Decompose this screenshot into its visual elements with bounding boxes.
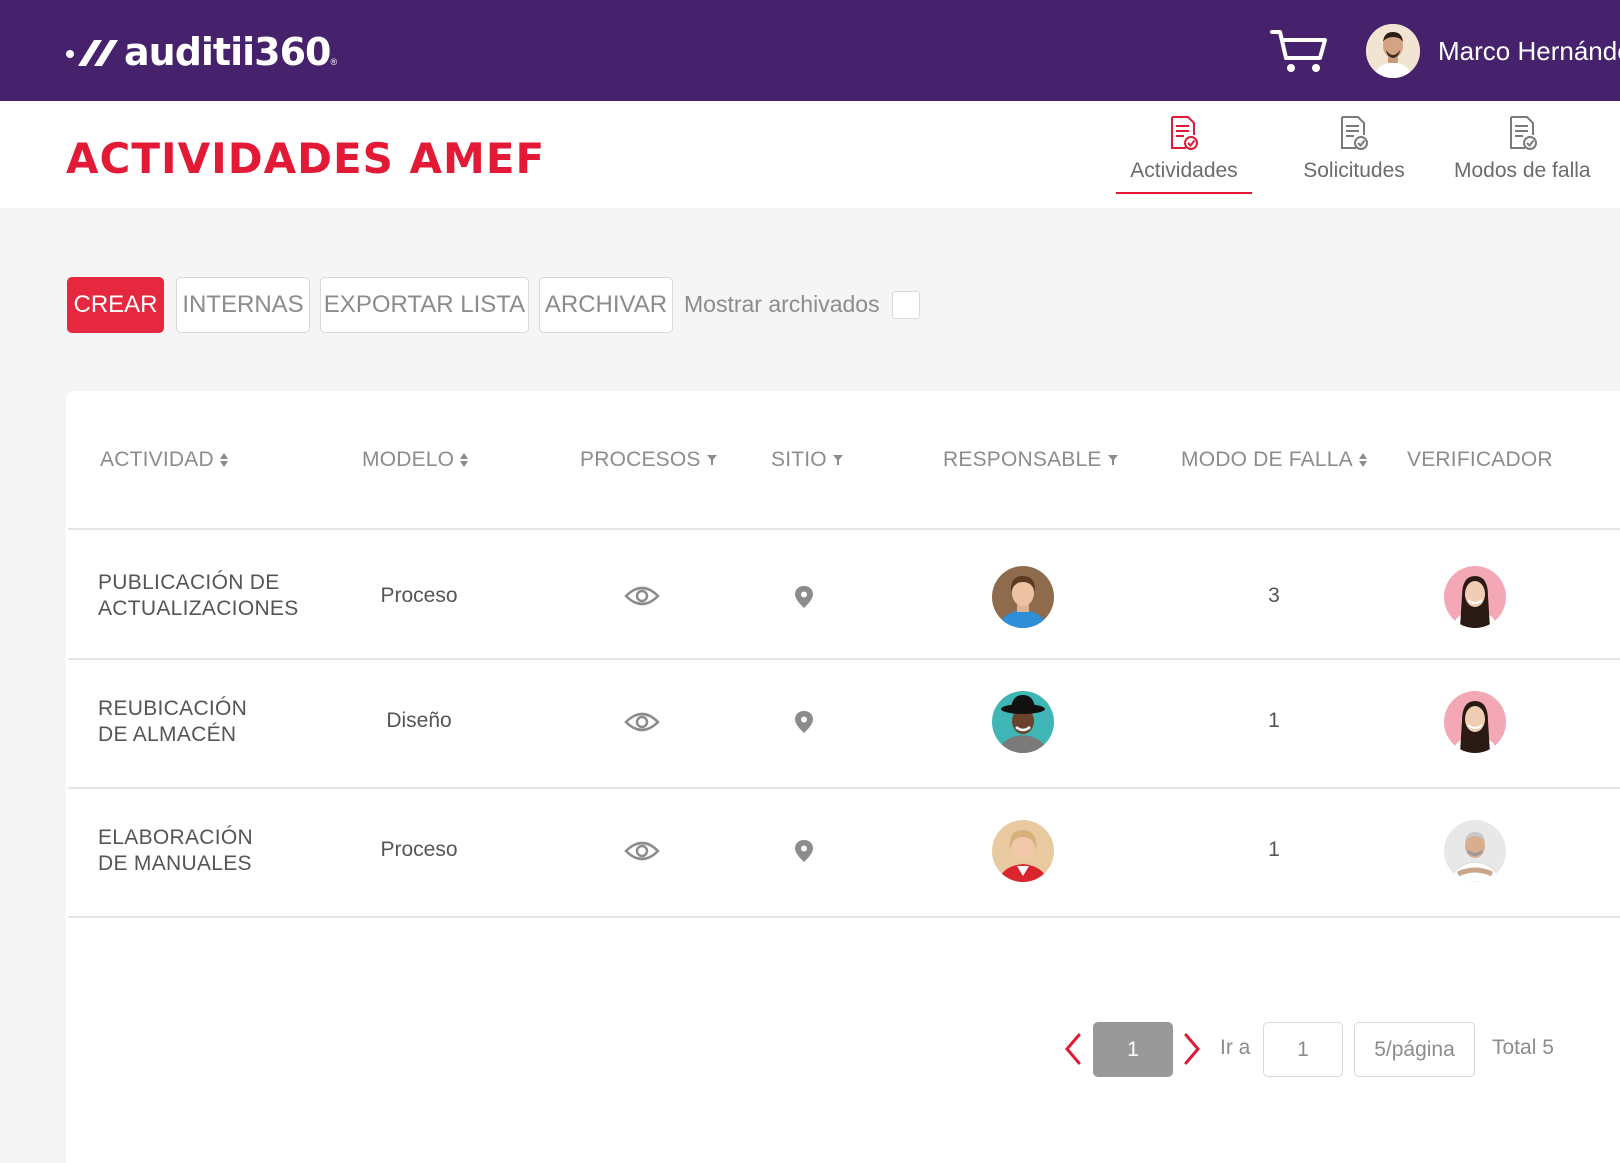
table-row[interactable]: PUBLICACIÓN DE ACTUALIZACIONES Proceso 3 (66, 530, 1620, 658)
activity-name[interactable]: PUBLICACIÓN DE ACTUALIZACIONES (98, 570, 328, 622)
column-header-modelo[interactable]: MODELO (362, 448, 469, 472)
page-title: ACTIVIDADES AMEF (66, 134, 546, 183)
site-location-pin-icon[interactable] (793, 585, 815, 609)
logo-text: auditii360 (124, 30, 331, 74)
verifier-avatar[interactable] (1444, 820, 1506, 882)
avatar-woman-pink-background (1444, 566, 1506, 628)
failure-mode-count: 1 (1268, 838, 1280, 861)
column-header-label: PROCESOS (580, 448, 701, 471)
column-header-label: VERIFICADOR (1407, 448, 1553, 471)
document-check-icon (1341, 116, 1368, 150)
total-count: Total 5 (1492, 1036, 1554, 1059)
tab-actividades-label: Actividades (1130, 159, 1238, 182)
avatar-woman-red-jacket (992, 820, 1054, 882)
table-divider (68, 916, 1620, 918)
show-archived-checkbox[interactable] (892, 291, 920, 319)
table-row[interactable]: ELABORACIÓN DE MANUALES Proceso 1 (66, 789, 1620, 917)
go-to-page-label: Ir a (1220, 1036, 1251, 1059)
filter-icon[interactable] (706, 454, 717, 466)
model-value: Diseño (386, 709, 452, 732)
activity-name[interactable]: ELABORACIÓN DE MANUALES (98, 825, 328, 877)
table-row[interactable]: REUBICACIÓN DE ALMACÉN Diseño 1 (66, 660, 1620, 788)
avatar-woman-pink-background (1444, 691, 1506, 753)
site-location-pin-icon[interactable] (793, 839, 815, 863)
verifier-avatar[interactable] (1444, 691, 1506, 753)
avatar-woman-blue-shirt (992, 566, 1054, 628)
view-processes-eye-icon[interactable] (624, 710, 660, 734)
archive-button[interactable]: ARCHIVAR (539, 277, 673, 333)
column-header-sitio[interactable]: SITIO (771, 448, 843, 472)
app-logo[interactable]: auditii360 ® (64, 30, 337, 74)
top-navigation-bar: auditii360 ® Marco Hernández (0, 0, 1620, 101)
tab-modos-de-falla[interactable]: Modos de falla (1454, 115, 1620, 183)
next-page-chevron-icon[interactable] (1182, 1032, 1202, 1066)
current-page-button[interactable]: 1 (1093, 1022, 1173, 1077)
filter-icon[interactable] (1107, 454, 1118, 466)
filter-icon[interactable] (832, 454, 843, 466)
column-header-label: RESPONSABLE (943, 448, 1102, 471)
verifier-avatar[interactable] (1444, 566, 1506, 628)
column-header-label: ACTIVIDAD (100, 448, 214, 471)
go-to-page-input[interactable] (1263, 1022, 1343, 1077)
site-location-pin-icon[interactable] (793, 710, 815, 734)
column-header-label: MODO DE FALLA (1181, 448, 1353, 471)
logo-registered-mark: ® (330, 57, 338, 67)
column-header-modo-de-falla[interactable]: MODO DE FALLA (1181, 448, 1368, 472)
tab-actividades[interactable]: Actividades (1116, 115, 1252, 183)
previous-page-chevron-icon[interactable] (1063, 1032, 1083, 1066)
column-header-actividad[interactable]: ACTIVIDAD (100, 448, 229, 472)
failure-mode-count: 3 (1268, 584, 1280, 607)
active-tab-indicator (1116, 192, 1252, 194)
activity-name[interactable]: REUBICACIÓN DE ALMACÉN (98, 696, 328, 748)
tab-solicitudes-label: Solicitudes (1303, 159, 1405, 182)
failure-mode-count: 1 (1268, 709, 1280, 732)
show-archived-label: Mostrar archivados (684, 291, 880, 317)
logo-mark-icon (66, 40, 118, 66)
responsible-avatar[interactable] (992, 820, 1054, 882)
document-check-icon (1510, 116, 1537, 150)
column-header-verificador: VERIFICADOR (1407, 448, 1553, 472)
page-size-select[interactable]: 5/página (1354, 1022, 1475, 1077)
page-header: ACTIVIDADES AMEF Actividades Solicitudes (0, 101, 1620, 208)
model-value: Proceso (380, 584, 458, 607)
create-button[interactable]: CREAR (67, 277, 164, 333)
view-processes-eye-icon[interactable] (624, 584, 660, 608)
user-avatar[interactable] (1366, 24, 1420, 78)
user-name[interactable]: Marco Hernández (1438, 36, 1620, 67)
sort-icon[interactable] (219, 452, 229, 468)
avatar-man-black-hat (992, 691, 1054, 753)
column-header-responsable[interactable]: RESPONSABLE (943, 448, 1118, 472)
column-header-procesos[interactable]: PROCESOS (580, 448, 717, 472)
responsible-avatar[interactable] (992, 566, 1054, 628)
column-header-label: MODELO (362, 448, 455, 471)
document-check-icon (1171, 116, 1198, 150)
user-avatar-image (1366, 24, 1420, 78)
column-header-label: SITIO (771, 448, 827, 471)
export-list-button[interactable]: EXPORTAR LISTA (320, 277, 529, 333)
tab-modos-de-falla-label: Modos de falla (1454, 159, 1591, 182)
avatar-older-man-white-shirt (1444, 820, 1506, 882)
model-value: Proceso (380, 838, 458, 861)
tab-solicitudes[interactable]: Solicitudes (1292, 115, 1416, 183)
sort-icon[interactable] (1358, 452, 1368, 468)
shopping-cart-icon[interactable] (1270, 28, 1328, 74)
internal-button[interactable]: INTERNAS (176, 277, 310, 333)
view-processes-eye-icon[interactable] (624, 839, 660, 863)
responsible-avatar[interactable] (992, 691, 1054, 753)
sort-icon[interactable] (460, 452, 469, 468)
